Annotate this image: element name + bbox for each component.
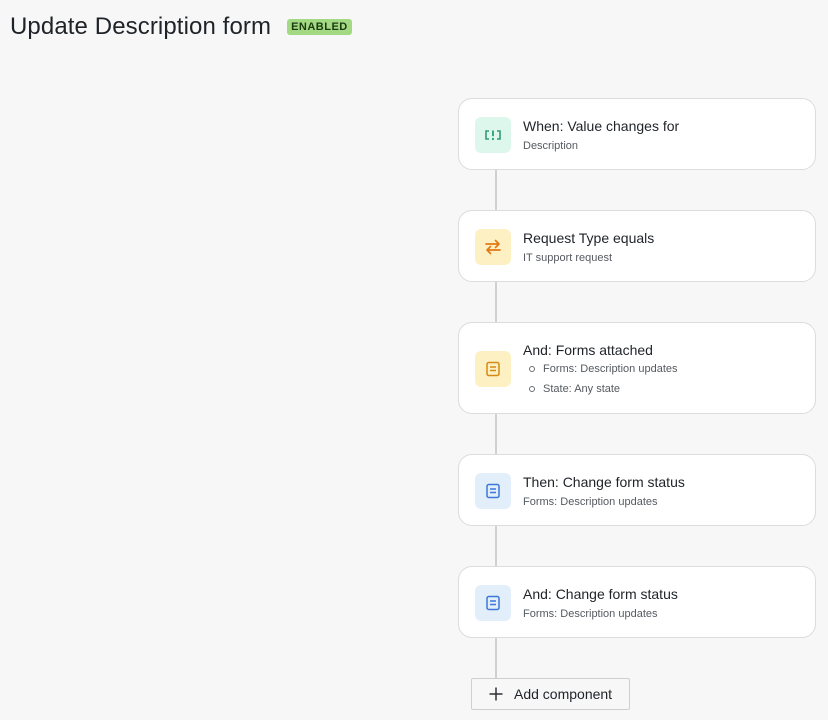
rule-card-detail-list: Forms: Description updates State: Any st… (523, 359, 678, 399)
flow-connector (495, 170, 497, 210)
list-item: Forms: Description updates (523, 359, 678, 379)
rule-card-subtitle: Forms: Description updates (523, 608, 658, 620)
flow-connector (495, 526, 497, 566)
rule-card-subtitle: Description (523, 140, 579, 152)
rule-card-title: When: Value changes for (523, 118, 680, 134)
swap-arrows-icon (475, 229, 511, 265)
rule-card-subtitle: Forms: Description updates (523, 496, 658, 508)
form-icon (475, 585, 511, 621)
rule-card-action[interactable]: Then: Change form status Forms: Descript… (458, 454, 816, 526)
form-icon (475, 473, 511, 509)
rule-card-forms-attached[interactable]: And: Forms attached Forms: Description u… (458, 322, 816, 414)
value-change-icon (475, 117, 511, 153)
flow-connector (495, 638, 497, 678)
status-badge: ENABLED (287, 19, 352, 35)
rule-card-title: And: Forms attached (523, 342, 653, 358)
page-title: Update Description form (10, 13, 272, 40)
plus-icon (489, 687, 503, 701)
rule-card-title: Request Type equals (523, 230, 655, 246)
rule-card-condition[interactable]: Request Type equals IT support request (458, 210, 816, 282)
list-item: State: Any state (523, 379, 678, 399)
rule-card-trigger[interactable]: When: Value changes for Description (458, 98, 816, 170)
form-icon (475, 351, 511, 387)
rule-card-title: And: Change form status (523, 586, 678, 602)
add-component-button[interactable]: Add component (471, 678, 630, 710)
add-component-label: Add component (514, 686, 613, 702)
flow-connector (495, 414, 497, 454)
flow-connector (495, 282, 497, 322)
rule-card-title: Then: Change form status (523, 474, 685, 490)
rule-card-action[interactable]: And: Change form status Forms: Descripti… (458, 566, 816, 638)
automation-rule-page: Update Description form ENABLED When: Va… (0, 0, 828, 720)
page-header: Update Description form ENABLED (10, 12, 352, 42)
rule-card-subtitle: IT support request (523, 252, 613, 264)
